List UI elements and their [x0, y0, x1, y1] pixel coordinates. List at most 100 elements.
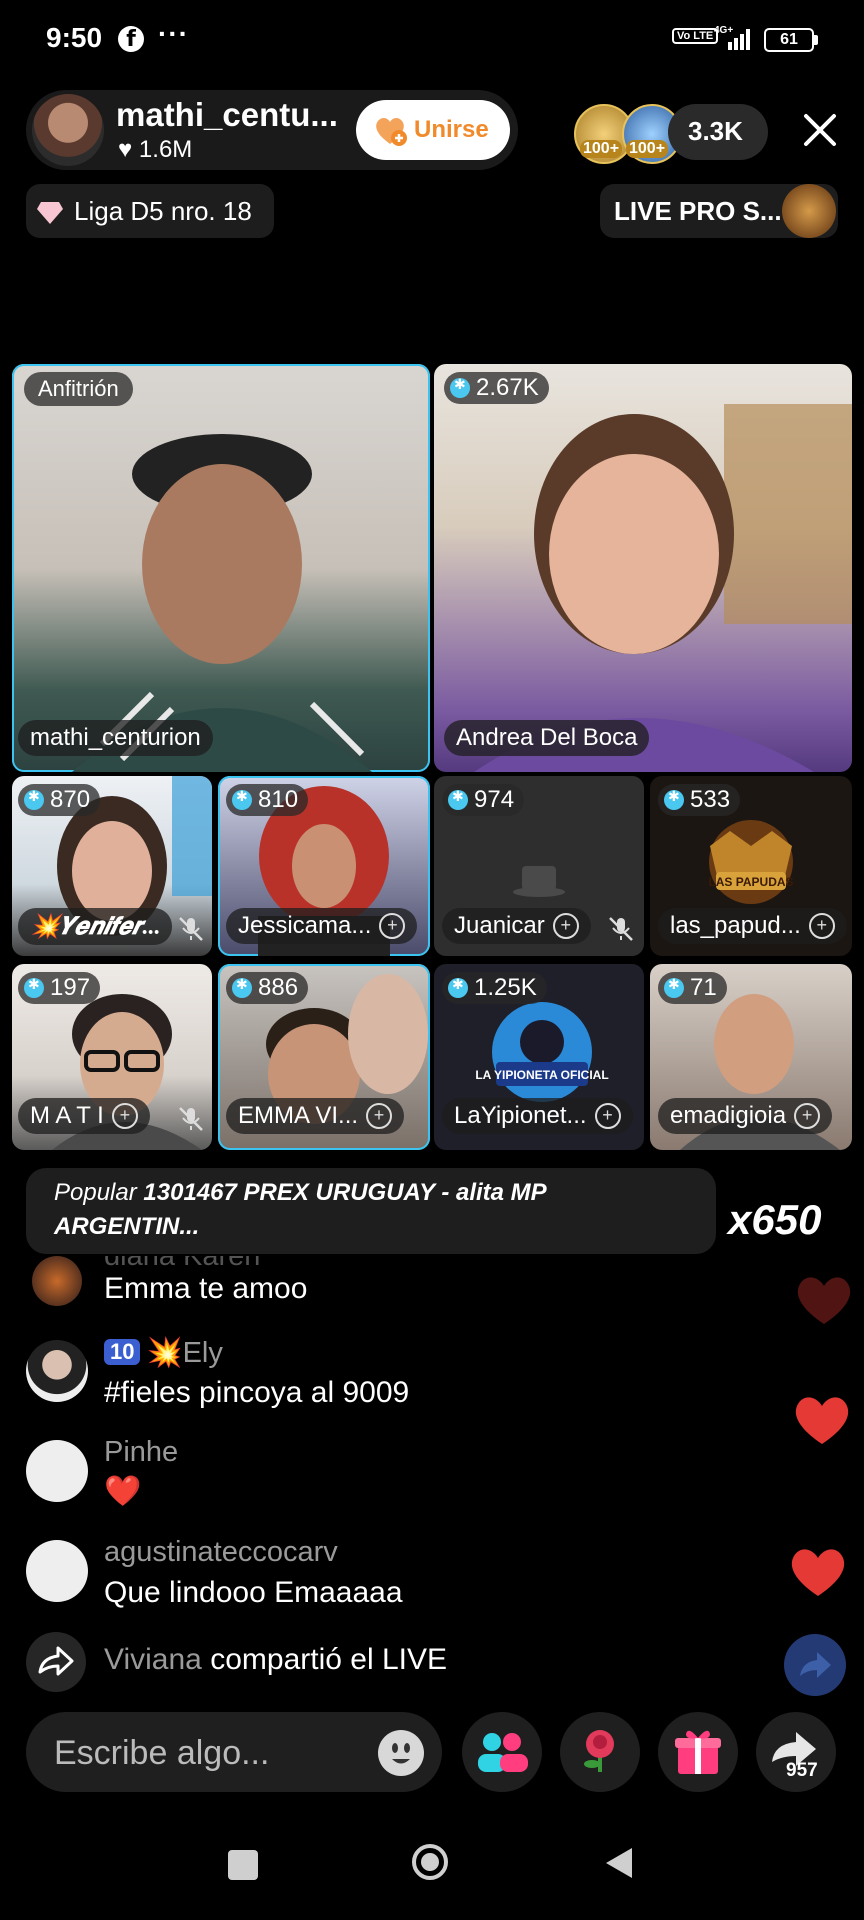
participant-name[interactable]: Juanicar +	[442, 908, 591, 944]
score-badge: 870	[18, 784, 101, 816]
live-pro-label[interactable]: LIVE PRO S...	[614, 196, 782, 227]
host-avatar[interactable]	[32, 94, 104, 166]
participant-name[interactable]: emadigioia +	[658, 1098, 833, 1134]
facebook-icon: f	[118, 26, 144, 52]
gift-score-icon	[232, 788, 252, 810]
guest-video-tile[interactable]: 974 Juanicar+	[434, 776, 644, 956]
participant-name[interactable]: las_papud... +	[658, 908, 847, 944]
share-icon	[26, 1632, 86, 1692]
live-pro-badge-icon	[782, 184, 836, 238]
mic-muted-icon	[179, 1107, 203, 1131]
score-badge: 974	[442, 784, 525, 816]
gift-score-icon	[664, 976, 684, 998]
league-label[interactable]: Liga D5 nro. 18	[74, 196, 252, 227]
follow-plus-icon[interactable]: +	[594, 1103, 621, 1129]
guest-video-tile[interactable]: 197 M A T I+	[12, 964, 212, 1150]
signal-icon: 4G+	[714, 25, 750, 50]
guest-video-tile[interactable]: 886 EMMA VI...+	[218, 964, 430, 1150]
gift-button[interactable]	[658, 1712, 738, 1792]
gift-score-icon	[24, 788, 44, 810]
viewer-count[interactable]: 3.3K	[688, 116, 743, 147]
share-event: Viviana compartió el LIVE	[104, 1643, 447, 1676]
participant-name[interactable]: 💥𝒀𝒆𝒏𝒊𝒇𝒆𝒓...	[18, 908, 173, 945]
home-button-dot	[421, 1853, 439, 1871]
share-arrow-icon	[800, 1652, 831, 1678]
host-likes: ♥ 1.6M	[118, 136, 193, 163]
rose-button[interactable]	[560, 1712, 640, 1792]
participant-name[interactable]: Andrea Del Boca	[444, 720, 650, 756]
chat-text: Emma te amoo	[104, 1272, 308, 1305]
heart-plus-icon	[376, 118, 407, 146]
guest-video-tile[interactable]: 71 emadigioia+	[650, 964, 852, 1150]
chat-username: diana Karen	[104, 1256, 261, 1272]
diamond-icon	[37, 202, 63, 224]
follow-plus-icon[interactable]: +	[366, 1103, 393, 1129]
gift-score-icon	[232, 976, 252, 998]
svg-text:LAS PAPUDAS: LAS PAPUDAS	[708, 875, 793, 889]
guests-button[interactable]	[462, 1712, 542, 1792]
avatar[interactable]	[26, 1340, 88, 1402]
follow-plus-icon[interactable]: +	[379, 913, 406, 939]
participant-name[interactable]: LaYipionet... +	[442, 1098, 633, 1134]
emoji-icon[interactable]	[378, 1730, 424, 1776]
guest-video-tile[interactable]: 2.67K Andrea Del Boca	[434, 364, 852, 772]
follow-plus-icon[interactable]: +	[794, 1103, 821, 1129]
rose-icon	[584, 1730, 614, 1772]
share-floating-icon	[784, 1634, 846, 1696]
score-badge: 197	[18, 972, 101, 1004]
join-label[interactable]: Unirse	[414, 116, 489, 144]
gift-score-icon	[24, 976, 44, 998]
avatar[interactable]	[26, 1440, 88, 1502]
chat-username: agustinateccocarv	[104, 1536, 338, 1568]
floating-heart-icon	[797, 1277, 851, 1324]
chat-message[interactable]: 10 💥Ely #fieles pincoya al 9009	[26, 1336, 806, 1416]
chat-text: Que lindooo Emaaaaa	[104, 1576, 403, 1609]
mic-muted-icon	[179, 917, 203, 941]
score-badge: 71	[658, 972, 727, 1004]
chat-message[interactable]: diana Karen Emma te amoo	[26, 1256, 806, 1316]
score-badge: 810	[226, 784, 309, 816]
recents-button[interactable]	[228, 1850, 258, 1880]
avatar[interactable]	[32, 1256, 82, 1306]
host-name[interactable]: mathi_centu...	[116, 96, 338, 134]
close-icon[interactable]	[798, 108, 842, 152]
svg-text:4G+: 4G+	[714, 25, 733, 36]
host-video-tile[interactable]: Anfitrión mathi_centurion	[12, 364, 430, 772]
gift-score-icon	[448, 788, 468, 810]
participant-name[interactable]: M A T I +	[18, 1098, 150, 1134]
host-video	[72, 434, 372, 772]
battery-tip	[814, 35, 818, 45]
gift-score-icon	[664, 788, 684, 810]
participant-name[interactable]: mathi_centurion	[18, 720, 213, 756]
host-tag: Anfitrión	[24, 372, 133, 406]
guest-video-tile[interactable]: 810 Jessicama...+	[218, 776, 430, 956]
comment-input-placeholder[interactable]: Escribe algo...	[54, 1734, 269, 1773]
status-time: 9:50	[46, 22, 103, 53]
svg-text:LA YIPIONETA OFICIAL: LA YIPIONETA OFICIAL	[475, 1068, 608, 1082]
gift-score-icon	[450, 376, 470, 398]
floating-heart-icon	[791, 1549, 845, 1596]
guest-video-tile[interactable]: 870 💥𝒀𝒆𝒏𝒊𝒇𝒆𝒓...	[12, 776, 212, 956]
people-icon	[478, 1733, 528, 1772]
mic-muted-icon	[609, 917, 633, 941]
follow-plus-icon[interactable]: +	[808, 913, 835, 939]
follow-plus-icon[interactable]: +	[552, 913, 579, 939]
share-arrow-icon	[38, 1646, 74, 1676]
score-badge: 1.25K	[442, 972, 547, 1004]
heart-icon: ♥	[118, 136, 133, 163]
gift-multiplier: x650	[728, 1196, 822, 1243]
follow-plus-icon[interactable]: +	[111, 1103, 138, 1129]
score-badge: 2.67K	[444, 372, 549, 404]
chat-message[interactable]: Pinhe ❤️	[26, 1436, 806, 1516]
viewer-rank-badge: 100+	[626, 140, 669, 158]
notification-dots: ···	[158, 18, 189, 49]
level-badge: 10	[104, 1339, 141, 1365]
back-button[interactable]	[604, 1846, 634, 1880]
chat-message[interactable]: agustinateccocarv Que lindooo Emaaaaa	[26, 1536, 806, 1616]
avatar[interactable]	[26, 1540, 88, 1602]
gift-score-icon	[448, 976, 468, 998]
participant-name[interactable]: EMMA VI... +	[226, 1098, 405, 1134]
guest-video-tile[interactable]: LA YIPIONETA OFICIAL 1.25K LaYipionet...…	[434, 964, 644, 1150]
guest-video-tile[interactable]: LAS PAPUDAS 533 las_papud...+	[650, 776, 852, 956]
participant-name[interactable]: Jessicama... +	[226, 908, 418, 944]
